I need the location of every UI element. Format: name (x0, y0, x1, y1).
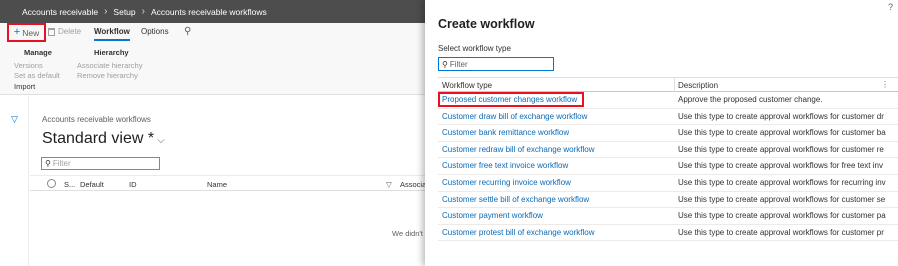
view-selector[interactable]: Standard view * ⌵ (42, 130, 165, 148)
top-navigation-bar: Accounts receivable › Setup › Accounts r… (0, 0, 430, 23)
plus-icon: + (13, 26, 21, 38)
workflow-type-description: Use this type to create approval workflo… (678, 128, 886, 138)
delete-button-label: Delete (58, 27, 82, 36)
column-workflow-type[interactable]: Workflow type (442, 81, 492, 90)
list-filter-input[interactable]: ⚲ Filter (41, 157, 160, 170)
dialog-filter-placeholder: Filter (449, 59, 468, 69)
workflow-type-link[interactable]: Proposed customer changes workflow (442, 95, 577, 104)
create-workflow-dialog: ? Create workflow Select workflow type ⚲… (425, 0, 898, 266)
column-id[interactable]: ID (129, 180, 137, 189)
set-as-default-button[interactable]: Set as default (14, 71, 60, 80)
workflow-type-description: Use this type to create approval workflo… (678, 211, 886, 221)
column-filter-icon[interactable]: ▽ (386, 180, 392, 189)
new-button[interactable]: + New (7, 23, 46, 42)
workflow-type-description: Use this type to create approval workflo… (678, 161, 883, 171)
workflow-type-grid: Workflow type Description ⋮ Proposed cus… (438, 77, 898, 242)
workflow-type-link[interactable]: Customer protest bill of exchange workfl… (442, 228, 595, 237)
workflow-type-row[interactable]: Customer payment workflow Use this type t… (438, 208, 898, 225)
workflow-type-row[interactable]: Customer bank remittance workflow Use thi… (438, 125, 898, 142)
column-divider (674, 78, 675, 92)
workflow-grid-header: Workflow type Description ⋮ (438, 77, 898, 92)
workflow-type-filter-input[interactable]: ⚲ Filter (438, 57, 554, 71)
workflow-type-description: Use this type to create approval workflo… (678, 144, 884, 154)
tab-options[interactable]: Options (141, 27, 169, 36)
workflow-type-link[interactable]: Customer redraw bill of exchange workflo… (442, 145, 595, 154)
chevron-right-icon: › (141, 6, 145, 17)
column-status[interactable]: S... (64, 180, 75, 189)
associate-hierarchy-button[interactable]: Associate hierarchy (77, 61, 142, 70)
breadcrumb-accounts-receivable[interactable]: Accounts receivable (22, 7, 98, 17)
chevron-down-icon: ⌵ (157, 135, 165, 146)
workflow-type-link[interactable]: Customer free text invoice workflow (442, 161, 568, 170)
workflow-type-row[interactable]: Proposed customer changes workflow Approv… (438, 92, 898, 109)
workflow-type-row[interactable]: Customer settle bill of exchange workflo… (438, 192, 898, 209)
workflow-type-row[interactable]: Customer draw bill of exchange workflow U… (438, 109, 898, 126)
workflow-type-link[interactable]: Customer draw bill of exchange workflow (442, 112, 587, 121)
help-icon[interactable]: ? (888, 2, 893, 12)
workflow-type-description: Approve the proposed customer change. (678, 95, 823, 104)
column-description[interactable]: Description (678, 81, 718, 90)
workflow-type-description: Use this type to create approval workflo… (678, 177, 886, 187)
workflow-type-description: Use this type to create approval workflo… (678, 111, 884, 121)
chevron-right-icon: › (104, 6, 108, 17)
workflow-type-link[interactable]: Customer settle bill of exchange workflo… (442, 195, 589, 204)
search-icon: ⚲ (45, 159, 51, 168)
workflow-type-row[interactable]: Customer protest bill of exchange workfl… (438, 225, 898, 242)
select-workflow-type-label: Select workflow type (438, 44, 511, 53)
search-icon[interactable]: ⚲ (184, 26, 191, 37)
import-button[interactable]: Import (14, 82, 35, 91)
column-default[interactable]: Default (80, 180, 104, 189)
trash-icon (48, 27, 55, 36)
filter-pane-icon[interactable]: ▽ (11, 114, 18, 125)
workflow-type-description: Use this type to create approval workflo… (678, 194, 886, 204)
workflow-type-row[interactable]: Customer recurring invoice workflow Use t… (438, 175, 898, 192)
versions-button[interactable]: Versions (14, 61, 43, 70)
view-name: Standard view * (42, 130, 155, 147)
search-icon: ⚲ (442, 59, 448, 69)
more-options-icon[interactable]: ⋮ (881, 80, 889, 89)
active-tab-indicator (94, 39, 130, 41)
delete-button[interactable]: Delete (48, 27, 81, 36)
page-caption: Accounts receivable workflows (42, 115, 151, 124)
workflow-type-row[interactable]: Customer free text invoice workflow Use t… (438, 158, 898, 175)
remove-hierarchy-button[interactable]: Remove hierarchy (77, 71, 138, 80)
select-all-radio[interactable] (47, 179, 56, 188)
action-pane: + New Delete Workflow Options ⚲ Manage V… (0, 23, 430, 95)
breadcrumb-ar-workflows[interactable]: Accounts receivable workflows (151, 7, 267, 17)
new-button-label: New (22, 27, 40, 38)
workflow-type-link[interactable]: Customer bank remittance workflow (442, 128, 569, 137)
empty-grid-message: We didn't (392, 229, 423, 238)
workflow-type-link[interactable]: Customer payment workflow (442, 211, 543, 220)
filter-pane-divider (28, 96, 29, 266)
list-filter-placeholder: Filter (52, 159, 71, 168)
workflow-type-link[interactable]: Customer recurring invoice workflow (442, 178, 571, 187)
dialog-title: Create workflow (438, 17, 535, 31)
tab-workflow[interactable]: Workflow (94, 27, 130, 36)
column-associated[interactable]: Associa (400, 180, 426, 189)
workflow-type-row[interactable]: Customer redraw bill of exchange workflo… (438, 142, 898, 159)
grid-header: S... Default ID Name ▽ Associa (30, 175, 430, 191)
group-manage-title: Manage (24, 48, 52, 57)
breadcrumb-setup[interactable]: Setup (113, 7, 135, 17)
group-hierarchy-title: Hierarchy (94, 48, 129, 57)
column-name[interactable]: Name (207, 180, 227, 189)
workflow-type-description: Use this type to create approval workflo… (678, 227, 884, 237)
